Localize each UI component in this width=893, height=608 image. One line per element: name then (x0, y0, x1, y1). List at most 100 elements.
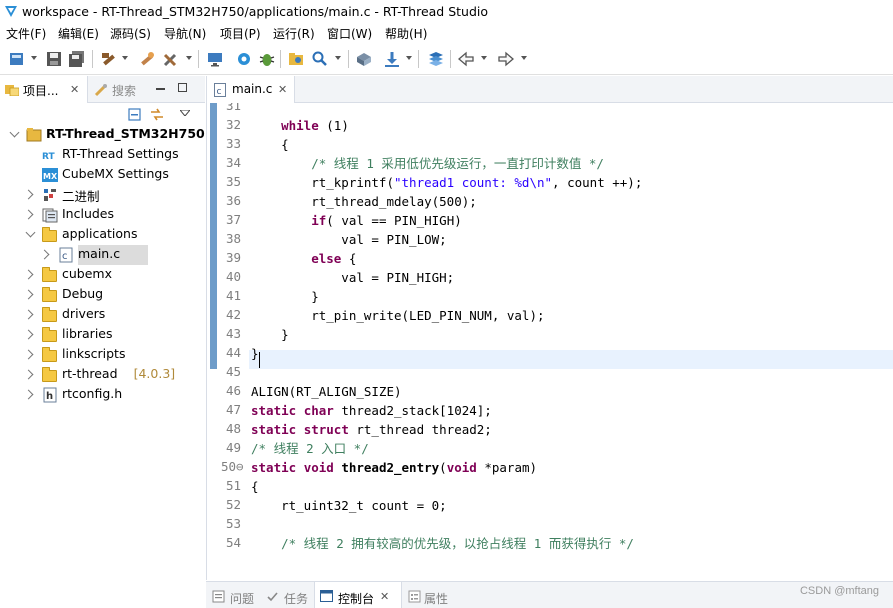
minimize-icon[interactable] (156, 88, 165, 90)
view-menu-icon[interactable] (180, 110, 190, 116)
tab-project-explorer[interactable]: 项目... ✕ (0, 76, 88, 103)
chevron-down-icon[interactable] (25, 227, 36, 238)
line-number: 40 (225, 269, 241, 284)
tree-item-label: linkscripts (62, 346, 126, 361)
tree-item-rt-thread-stm32h750[interactable]: RT-Thread_STM32H750 (0, 125, 205, 145)
toolbar-separator (280, 50, 281, 68)
tree-item-rtconfig-h[interactable]: h rtconfig.h (0, 385, 205, 405)
collapse-all-icon[interactable] (128, 108, 141, 121)
tree-item-label: Debug (62, 286, 104, 301)
link-with-editor-icon[interactable] (149, 107, 165, 122)
save-all-icon[interactable] (68, 50, 86, 68)
chevron-right-icon[interactable] (23, 389, 34, 400)
build-icon[interactable] (100, 50, 118, 68)
binaries-icon (44, 189, 56, 201)
code-line: static struct rt_thread thread2; (251, 422, 492, 437)
line-number: 49 (225, 440, 241, 455)
includes-icon (42, 208, 58, 223)
menu-edit[interactable]: 编辑(E) (58, 25, 99, 42)
chevron-right-icon[interactable] (23, 309, 34, 320)
forward-arrow-icon[interactable] (497, 50, 515, 68)
search-icon[interactable] (311, 50, 329, 68)
menu-source[interactable]: 源码(S) (110, 25, 151, 42)
code-line: } (251, 289, 319, 304)
tab-label: 项目... (23, 84, 59, 98)
tree-item-libraries[interactable]: libraries (0, 325, 205, 345)
download-icon[interactable] (383, 50, 401, 68)
chevron-right-icon[interactable] (23, 349, 34, 360)
forward-dropdown-icon[interactable] (521, 56, 527, 60)
chevron-right-icon[interactable] (23, 209, 34, 220)
tree-item-label: RT-Thread_STM32H750 (46, 126, 205, 141)
version-label: [4.0.3] (133, 366, 176, 381)
new-icon[interactable] (8, 50, 26, 68)
open-folder-icon[interactable] (287, 50, 305, 68)
close-icon[interactable]: ✕ (70, 83, 79, 96)
settings-gear-icon[interactable] (235, 50, 253, 68)
back-dropdown-icon[interactable] (481, 56, 487, 60)
tree-item-cubemx[interactable]: cubemx (0, 265, 205, 285)
tools-icon[interactable] (162, 50, 180, 68)
toolbar-separator (348, 50, 349, 68)
tab-main-c[interactable]: c main.c ✕ (207, 76, 295, 103)
menu-window[interactable]: 窗口(W) (327, 25, 372, 42)
chevron-right-icon[interactable] (23, 329, 34, 340)
menu-run[interactable]: 运行(R) (273, 25, 315, 42)
close-icon[interactable]: ✕ (278, 83, 287, 96)
tab-problems[interactable]: 问题 (230, 590, 254, 607)
code-line: rt_pin_write(LED_PIN_NUM, val); (251, 308, 545, 323)
menu-help[interactable]: 帮助(H) (385, 25, 427, 42)
line-number: 38 (225, 231, 241, 246)
rt-thread-studio-logo-icon (5, 6, 17, 17)
code-line: /* 线程 2 入口 */ (251, 441, 369, 456)
line-number: 33 (225, 136, 241, 151)
current-line-highlight (249, 350, 893, 369)
chevron-right-icon[interactable] (23, 369, 34, 380)
tree-item-applications[interactable]: applications (0, 225, 205, 245)
layers-icon[interactable] (427, 50, 445, 68)
close-icon[interactable]: ✕ (380, 590, 389, 603)
menu-project[interactable]: 项目(P) (220, 25, 261, 42)
tab-properties[interactable]: 属性 (424, 590, 448, 607)
build-dropdown-icon[interactable] (122, 56, 128, 60)
code-line: } (251, 327, 289, 342)
download-dropdown-icon[interactable] (406, 56, 412, 60)
tree-item-rt-thread-settings[interactable]: RT RT-Thread Settings (0, 145, 205, 165)
code-editor[interactable]: 31 32 33 34 35 36 37 38 39 40 41 42 43 44 45 46 47 48 49 50… (207, 103, 893, 563)
chevron-right-icon[interactable] (39, 249, 50, 260)
back-arrow-icon[interactable] (457, 50, 475, 68)
problems-icon (212, 590, 225, 603)
menu-navigate[interactable]: 导航(N) (164, 25, 206, 42)
chevron-down-icon[interactable] (9, 127, 20, 138)
package-icon[interactable] (355, 50, 373, 68)
tab-tasks[interactable]: 任务 (284, 590, 308, 607)
tree-item-linkscripts[interactable]: linkscripts (0, 345, 205, 365)
tree-item-includes[interactable]: Includes (0, 205, 205, 225)
tree-item-[interactable]: 二进制 (0, 185, 205, 205)
tree-item-cubemx-settings[interactable]: MX CubeMX Settings (0, 165, 205, 185)
maximize-icon[interactable] (178, 83, 187, 92)
clean-icon[interactable] (138, 50, 156, 68)
tree-item-debug[interactable]: Debug (0, 285, 205, 305)
save-icon[interactable] (45, 50, 63, 68)
tree-item-rt-thread[interactable]: rt-thread [4.0.3] (0, 365, 205, 385)
new-dropdown-icon[interactable] (31, 56, 37, 60)
tree-item-label: RT-Thread Settings (62, 146, 179, 161)
search-dropdown-icon[interactable] (335, 56, 341, 60)
tree-item-label: main.c (78, 246, 121, 261)
svg-text:RT: RT (42, 152, 56, 162)
menu-file[interactable]: 文件(F) (6, 25, 46, 42)
tab-console[interactable]: 控制台 (338, 590, 374, 607)
tree-item-main-c[interactable]: c main.c (39, 245, 148, 265)
tools-dropdown-icon[interactable] (186, 56, 192, 60)
chevron-right-icon[interactable] (23, 269, 34, 280)
debug-bug-icon[interactable] (258, 50, 276, 68)
tab-search[interactable]: 搜索 (112, 82, 136, 99)
line-number: 41 (225, 288, 241, 303)
code-line: static void thread2_entry(void *param) (251, 460, 538, 475)
chevron-right-icon[interactable] (23, 289, 34, 300)
monitor-icon[interactable] (206, 50, 224, 68)
line-number: 48 (225, 421, 241, 436)
tree-item-drivers[interactable]: drivers (0, 305, 205, 325)
chevron-right-icon[interactable] (23, 189, 34, 200)
